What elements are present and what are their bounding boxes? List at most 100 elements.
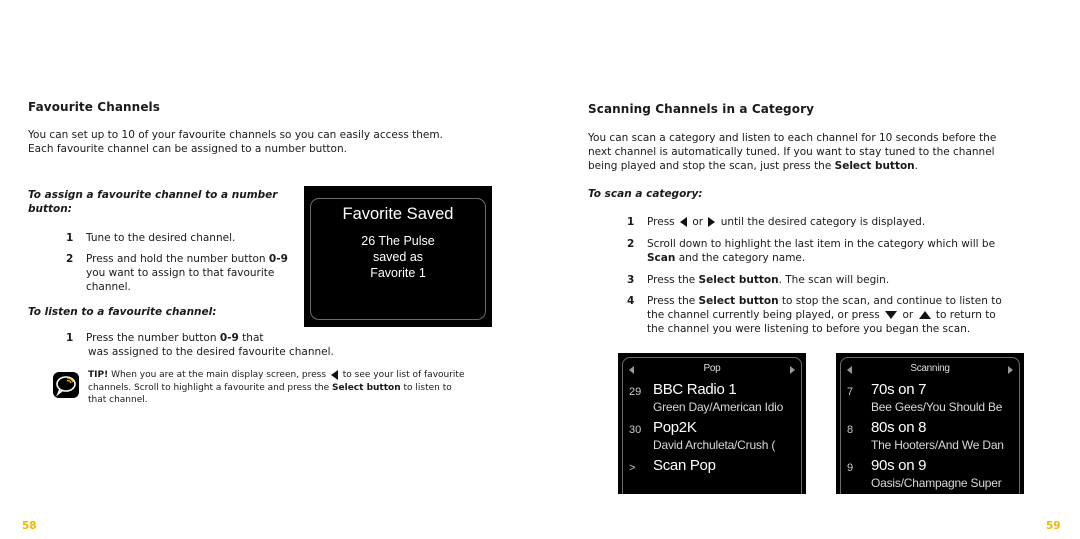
tip-label: TIP!: [88, 370, 109, 380]
text: . The scan will begin.: [778, 274, 890, 286]
subheading-line: button:: [28, 203, 72, 215]
channel-song: The Hooters/And We Dan: [871, 438, 1004, 452]
scan-step-2: 2 Scroll down to highlight the last item…: [627, 237, 1047, 265]
listen-step-1: 1 Press the number button 0-9 that was a…: [66, 331, 366, 359]
screen-frame: Favorite Saved 26 The Pulse saved as Fav…: [310, 198, 486, 320]
text: When you are at the main display screen,…: [108, 370, 329, 380]
tip-speech-bubble-icon: [53, 372, 79, 398]
text: Press: [647, 216, 678, 228]
step-text: Press the number button 0-9 that: [86, 331, 376, 345]
right-arrow-icon: [708, 217, 716, 227]
down-arrow-icon: [885, 311, 898, 319]
scanning-intro: You can scan a category and listen to ea…: [588, 131, 996, 173]
text: and the category name.: [675, 252, 806, 264]
bold-text: 0-9: [268, 253, 288, 265]
channel-name: Pop2K: [653, 419, 697, 436]
up-arrow-icon: [918, 311, 931, 319]
bold-text: Select button: [834, 160, 915, 172]
step-text: Tune to the desired channel.: [86, 232, 236, 244]
page-number-right: 59: [1046, 520, 1061, 532]
text: to return to: [932, 309, 996, 321]
screen-header: Scanning: [910, 363, 950, 374]
favourite-channels-heading: Favourite Channels: [28, 100, 161, 114]
bold-text: Scan: [647, 252, 676, 264]
step-number: 1: [66, 232, 74, 244]
bold-text: Select button: [698, 295, 779, 307]
right-arrow-icon: [790, 366, 795, 374]
page-number-left: 58: [22, 520, 37, 532]
step-text: Press the Select button. The scan will b…: [647, 273, 889, 287]
step-number: 3: [627, 274, 635, 286]
step-text: Press and hold the number button 0-9 you…: [86, 252, 306, 294]
channel-song: Green Day/American Idio: [653, 400, 784, 414]
right-arrow-icon: [1008, 366, 1013, 374]
bold-text: 0-9: [219, 332, 239, 344]
scan-indicator: >: [629, 462, 636, 474]
text: Press the: [647, 274, 699, 286]
scanning-screen: Scanning 7 70s on 7 Bee Gees/You Should …: [836, 353, 1024, 494]
text: that channel.: [88, 395, 148, 405]
step-number: 4: [627, 295, 635, 307]
assign-subheading: To assign a favourite channel to a numbe…: [28, 188, 277, 216]
scan-subheading: To scan a category:: [588, 188, 703, 200]
scan-step-4: 4 Press the Select button to stop the sc…: [627, 294, 1047, 336]
scan-item: Scan Pop: [653, 457, 716, 474]
screen-frame: Scanning 7 70s on 7 Bee Gees/You Should …: [840, 357, 1020, 494]
text: to stop the scan, and continue to listen…: [778, 295, 1002, 307]
text: Press and hold the number button: [86, 253, 269, 265]
channel-song: Bee Gees/You Should Be: [871, 400, 1003, 414]
screen-line: saved as: [372, 250, 424, 264]
step-text: Press or until the desired category is d…: [647, 215, 925, 229]
channel-name: 90s on 9: [871, 457, 927, 474]
scanning-heading: Scanning Channels in a Category: [588, 102, 815, 116]
step-number: 1: [66, 332, 74, 344]
channel-number: 30: [629, 424, 642, 436]
step-text: Scroll down to highlight the last item i…: [647, 237, 995, 265]
text: you want to assign to that favourite: [86, 267, 275, 279]
screen-frame: Pop 29 BBC Radio 1 Green Day/American Id…: [622, 357, 802, 494]
text: Press the: [647, 295, 699, 307]
intro-line: You can set up to 10 of your favourite c…: [28, 129, 443, 141]
step-text: Press the Select button to stop the scan…: [647, 294, 1002, 336]
channel-name: 70s on 7: [871, 381, 927, 398]
step-number: 1: [627, 216, 635, 228]
text: the channel you were listening to before…: [647, 323, 971, 335]
subheading-line: To assign a favourite channel to a numbe…: [28, 189, 278, 201]
text: Press the number button: [86, 332, 220, 344]
channel-number: 8: [847, 424, 854, 436]
intro-line: You can scan a category and listen to ea…: [588, 132, 997, 144]
text: to listen to: [400, 382, 452, 393]
step-number: 2: [66, 253, 74, 265]
left-arrow-icon: [330, 369, 338, 380]
channel-number: 9: [847, 462, 854, 474]
text: being played and stop the scan, just pre…: [588, 160, 835, 172]
channel-number: 7: [847, 386, 854, 398]
channel-song: Oasis/Champagne Super: [871, 476, 1002, 490]
screen-line: Favorite 1: [370, 266, 426, 280]
favorite-saved-screen: Favorite Saved 26 The Pulse saved as Fav…: [304, 186, 492, 327]
text: channel.: [86, 281, 131, 293]
left-arrow-icon: [679, 217, 687, 227]
text: Scroll down to highlight the last item i…: [647, 238, 996, 250]
screen-line: 26 The Pulse: [361, 234, 435, 248]
tip-text: TIP! When you are at the main display sc…: [88, 369, 508, 407]
intro-line: Each favourite channel can be assigned t…: [28, 143, 347, 155]
text: or: [688, 216, 707, 228]
text: until the desired category is displayed.: [717, 216, 926, 228]
text: was assigned to the desired favourite ch…: [88, 346, 334, 358]
screen-title: Favorite Saved: [342, 205, 454, 223]
screen-header: Pop: [703, 363, 721, 374]
text: that: [238, 332, 264, 344]
channel-name: BBC Radio 1: [653, 381, 737, 398]
bold-text: Select button: [332, 382, 401, 393]
favourite-intro: You can set up to 10 of your favourite c…: [28, 128, 443, 156]
text: channels. Scroll to highlight a favourit…: [88, 382, 333, 393]
text: or: [899, 309, 917, 321]
channel-name: 80s on 8: [871, 419, 927, 436]
text: the channel currently being played, or p…: [647, 309, 884, 321]
channel-song: David Archuleta/Crush (: [653, 438, 776, 452]
assign-step-2: 2 Press and hold the number button 0-9 y…: [66, 252, 306, 294]
text: .: [914, 160, 919, 172]
intro-line: being played and stop the scan, just pre…: [588, 159, 996, 173]
text: to see your list of favourite: [339, 370, 465, 380]
